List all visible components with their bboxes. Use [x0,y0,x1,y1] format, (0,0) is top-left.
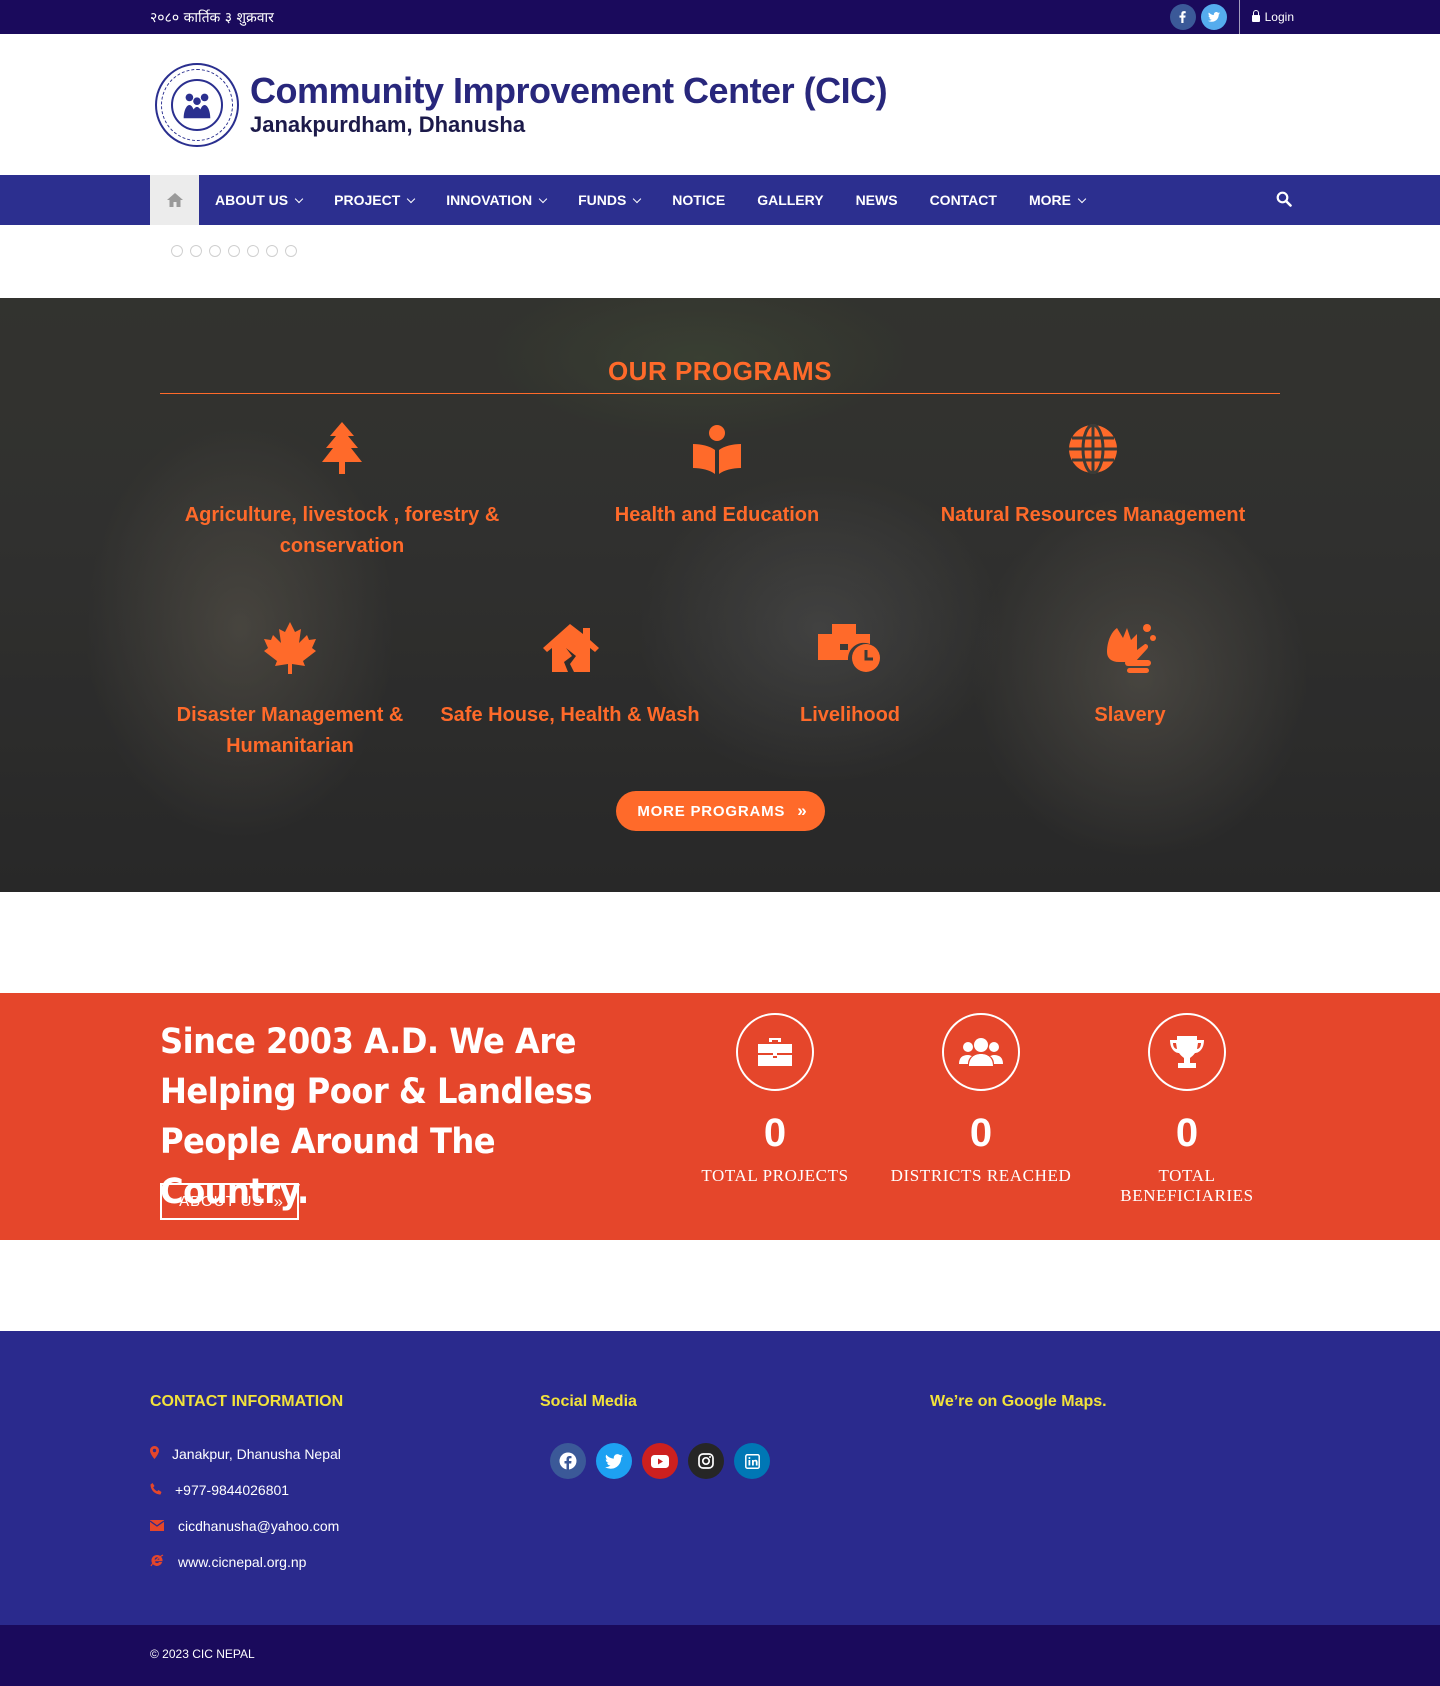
divider [160,393,1280,394]
stat-label: TOTAL BENEFICIARIES [1120,1166,1254,1205]
social-media: Social Media [540,1393,770,1479]
stat-total-beneficiaries: 0 TOTAL BENEFICIARIES [1092,1013,1282,1206]
stat-total-projects: 0 TOTAL PROJECTS [680,1013,870,1186]
program-item[interactable]: Livelihood [720,618,980,731]
more-programs-button[interactable]: MORE PROGRAMS » [616,791,825,831]
trophy-icon [1170,1036,1204,1068]
twitter-icon[interactable] [1200,4,1227,30]
program-item[interactable]: Safe House, Health & Wash [440,618,700,731]
search-icon[interactable] [1276,191,1294,209]
chevron-down-icon [407,194,416,203]
double-chevron-right-icon: » [797,801,807,820]
stat-value: 0 [1175,1111,1199,1155]
main-nav: ABOUT US PROJECT INNOVATION FUNDS NOTICE… [0,175,1440,225]
home-button[interactable] [150,175,199,225]
instagram-icon[interactable] [688,1443,724,1479]
nav-funds[interactable]: FUNDS [578,192,642,208]
stat-value: 0 [763,1111,787,1155]
program-item[interactable]: Agriculture, livestock , forestry & cons… [172,418,512,562]
book-reader-icon [693,425,741,474]
chevron-down-icon [538,194,548,203]
linkedin-icon[interactable] [734,1443,770,1479]
program-item[interactable]: Disaster Management & Humanitarian [160,618,420,762]
nav-more[interactable]: MORE [1029,192,1087,208]
nav-contact[interactable]: CONTACT [930,192,997,208]
site-title: Community Improvement Center (CIC) [250,69,888,111]
home-icon [166,193,183,207]
twitter-icon[interactable] [596,1443,632,1479]
slider-dot[interactable] [266,245,278,257]
slider-dot[interactable] [190,245,202,257]
stat-districts-reached: 0 DISTRICTS REACHED [886,1013,1076,1186]
nav-about-us[interactable]: ABOUT US [215,192,304,208]
phone-icon [150,1482,175,1498]
program-item[interactable]: Slavery [1000,618,1260,731]
google-maps: We’re on Google Maps. [930,1393,1107,1411]
site-subtitle: Janakpurdham, Dhanusha [250,112,526,138]
briefcase-icon [758,1038,792,1066]
programs-section: OUR PROGRAMS Agriculture, livestock , fo… [0,298,1440,892]
stat-label: TOTAL PROJECTS [701,1166,849,1185]
slider-dot[interactable] [247,245,259,257]
slider-pagination [0,225,1440,298]
nav-notice[interactable]: NOTICE [672,192,725,208]
chevron-down-icon [633,194,642,203]
top-bar: २०८० कार्तिक ३ शुक्रवार Login [0,0,1440,34]
login-link[interactable]: Login [1251,10,1294,24]
copyright-text: © 2023 CIC NEPAL [150,1647,255,1661]
map-marker-icon [150,1446,172,1462]
business-time-icon [818,624,880,672]
cic-logo[interactable] [155,62,239,147]
site-header: Community Improvement Center (CIC) Janak… [0,34,1440,175]
stat-label: DISTRICTS REACHED [890,1166,1072,1185]
slider-dot[interactable] [171,245,183,257]
chevron-down-icon [1077,194,1087,203]
contact-phone: +977-9844026801 [150,1472,343,1508]
double-chevron-right-icon: » [273,1191,283,1211]
house-damage-icon [543,624,599,672]
slider-dot[interactable] [209,245,221,257]
facebook-icon[interactable] [550,1443,586,1479]
users-icon [959,1038,1003,1066]
about-us-button[interactable]: ABOUT US » [160,1183,299,1220]
lock-icon [1251,10,1260,22]
stat-value: 0 [969,1111,993,1155]
hands-wash-icon [1107,624,1156,673]
slider-dot[interactable] [285,245,297,257]
nav-project[interactable]: PROJECT [334,192,416,208]
chevron-down-icon [294,194,304,203]
maps-heading: We’re on Google Maps. [930,1393,1107,1410]
nav-innovation[interactable]: INNOVATION [446,192,548,208]
stats-section: Since 2003 A.D. We Are Helping Poor & La… [0,993,1440,1240]
program-item[interactable]: Natural Resources Management [923,418,1263,531]
nepali-date: २०८० कार्तिक ३ शुक्रवार [150,9,274,26]
envelope-icon [149,1518,178,1534]
nav-news[interactable]: NEWS [856,192,898,208]
programs-title: OUR PROGRAMS [607,356,833,386]
copyright-bar: © 2023 CIC NEPAL [0,1625,1440,1686]
nav-gallery[interactable]: GALLERY [757,192,823,208]
slider-dot[interactable] [228,245,240,257]
contact-heading: CONTACT INFORMATION [150,1393,344,1410]
globe-icon [1069,424,1117,474]
contact-address: Janakpur, Dhanusha Nepal [150,1436,343,1472]
site-footer: CONTACT INFORMATION Janakpur, Dhanusha N… [0,1331,1440,1625]
internet-explorer-icon [150,1554,178,1570]
contact-email: cicdhanusha@yahoo.com [149,1508,343,1544]
maple-leaf-icon [264,622,316,674]
tree-icon [322,422,362,474]
social-heading: Social Media [540,1393,637,1410]
contact-info: CONTACT INFORMATION Janakpur, Dhanusha N… [149,1393,344,1580]
youtube-icon[interactable] [642,1443,678,1479]
contact-website: www.cicnepal.org.np [150,1544,343,1580]
facebook-icon[interactable] [1169,4,1196,30]
program-item[interactable]: Health and Education [547,418,887,531]
